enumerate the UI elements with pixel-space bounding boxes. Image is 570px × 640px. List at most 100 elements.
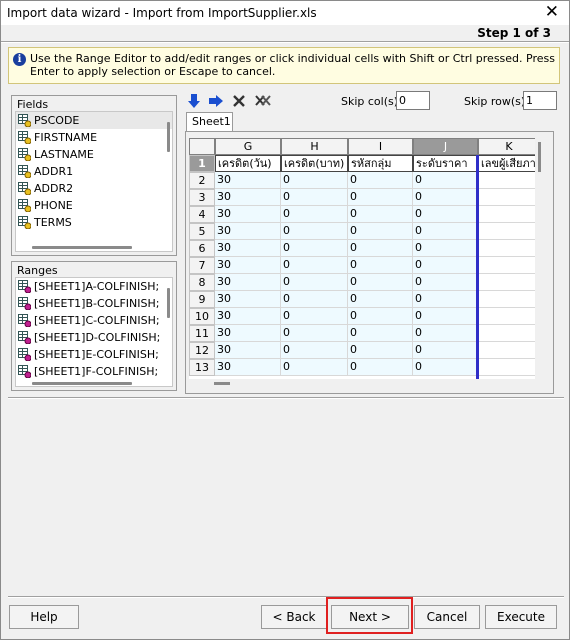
table-cell[interactable]: 0 <box>348 342 413 359</box>
row-header[interactable]: 8 <box>189 274 215 291</box>
grid-corner[interactable] <box>189 138 215 155</box>
table-cell[interactable] <box>478 342 535 359</box>
table-cell[interactable]: 0 <box>413 172 478 189</box>
column-header[interactable]: G <box>215 138 281 155</box>
table-cell[interactable]: 0 <box>348 274 413 291</box>
row-header[interactable]: 1 <box>189 155 215 172</box>
tab-sheet1[interactable]: Sheet1 <box>186 112 233 132</box>
ranges-hscroll[interactable] <box>32 382 132 385</box>
table-cell[interactable]: 0 <box>348 189 413 206</box>
ranges-vscroll[interactable] <box>167 288 170 318</box>
column-header[interactable]: K <box>478 138 535 155</box>
table-cell[interactable]: 30 <box>215 223 281 240</box>
delete-range-icon[interactable] <box>231 93 249 110</box>
row-header[interactable]: 2 <box>189 172 215 189</box>
row-header[interactable]: 6 <box>189 240 215 257</box>
table-cell[interactable]: 0 <box>348 240 413 257</box>
fields-vscroll[interactable] <box>167 122 170 152</box>
table-cell[interactable]: 0 <box>281 325 348 342</box>
table-cell[interactable]: 0 <box>348 257 413 274</box>
row-header[interactable]: 7 <box>189 257 215 274</box>
table-cell[interactable] <box>478 359 535 376</box>
range-item[interactable]: [SHEET1]A-COLFINISH; <box>16 278 172 295</box>
cancel-button[interactable]: Cancel <box>414 605 480 629</box>
table-cell[interactable]: 0 <box>281 206 348 223</box>
row-header[interactable]: 11 <box>189 325 215 342</box>
table-cell[interactable]: 0 <box>413 308 478 325</box>
table-cell[interactable]: 0 <box>348 172 413 189</box>
field-item[interactable]: ADDR1 <box>16 163 172 180</box>
field-item[interactable]: TERMS <box>16 214 172 231</box>
execute-button[interactable]: Execute <box>485 605 557 629</box>
column-header[interactable]: I <box>348 138 413 155</box>
table-cell[interactable]: 30 <box>215 359 281 376</box>
table-cell[interactable]: 30 <box>215 342 281 359</box>
column-header[interactable]: J <box>413 138 478 155</box>
table-cell[interactable]: 30 <box>215 291 281 308</box>
table-cell[interactable]: 0 <box>413 189 478 206</box>
table-cell[interactable] <box>478 325 535 342</box>
skip-cols-input[interactable]: 0 <box>396 91 430 110</box>
table-cell[interactable]: รหัสกลุ่ม <box>348 155 413 172</box>
table-cell[interactable]: 0 <box>348 206 413 223</box>
table-cell[interactable] <box>478 291 535 308</box>
row-header[interactable]: 9 <box>189 291 215 308</box>
arrow-right-icon[interactable] <box>208 93 226 110</box>
arrow-down-icon[interactable] <box>186 93 204 110</box>
table-cell[interactable]: 0 <box>281 172 348 189</box>
table-cell[interactable] <box>478 206 535 223</box>
range-item[interactable]: [SHEET1]E-COLFINISH; <box>16 346 172 363</box>
field-item[interactable]: LASTNAME <box>16 146 172 163</box>
table-cell[interactable]: 0 <box>348 223 413 240</box>
table-cell[interactable] <box>478 308 535 325</box>
table-cell[interactable]: 0 <box>348 325 413 342</box>
table-cell[interactable]: 0 <box>281 342 348 359</box>
table-cell[interactable]: 0 <box>281 274 348 291</box>
row-header[interactable]: 5 <box>189 223 215 240</box>
fields-list[interactable]: PSCODE FIRSTNAME LASTNAME ADDR1 ADDR2 PHONE TE… <box>15 111 173 252</box>
grid-hscroll[interactable] <box>214 382 230 385</box>
table-cell[interactable]: 0 <box>413 291 478 308</box>
table-cell[interactable]: 0 <box>281 308 348 325</box>
table-cell[interactable]: 30 <box>215 240 281 257</box>
range-item[interactable]: [SHEET1]C-COLFINISH; <box>16 312 172 329</box>
table-cell[interactable]: 0 <box>413 359 478 376</box>
table-cell[interactable]: 0 <box>413 325 478 342</box>
table-cell[interactable] <box>478 257 535 274</box>
table-cell[interactable] <box>478 172 535 189</box>
row-header[interactable]: 13 <box>189 359 215 376</box>
column-header[interactable]: H <box>281 138 348 155</box>
field-item[interactable]: ADDR2 <box>16 180 172 197</box>
row-header[interactable]: 4 <box>189 206 215 223</box>
table-cell[interactable]: 0 <box>281 291 348 308</box>
table-cell[interactable]: 30 <box>215 325 281 342</box>
table-cell[interactable]: 0 <box>281 257 348 274</box>
table-cell[interactable]: 30 <box>215 274 281 291</box>
table-cell[interactable]: 0 <box>281 359 348 376</box>
table-cell[interactable] <box>478 223 535 240</box>
field-item[interactable]: FIRSTNAME <box>16 129 172 146</box>
table-cell[interactable]: 0 <box>281 223 348 240</box>
row-header[interactable]: 12 <box>189 342 215 359</box>
back-button[interactable]: < Back <box>261 605 327 629</box>
table-cell[interactable]: 0 <box>281 189 348 206</box>
help-button[interactable]: Help <box>9 605 79 629</box>
table-cell[interactable]: 0 <box>413 342 478 359</box>
table-cell[interactable]: ระดับราคา <box>413 155 478 172</box>
table-cell[interactable]: 0 <box>281 240 348 257</box>
delete-all-ranges-icon[interactable] <box>254 93 272 110</box>
table-cell[interactable] <box>478 274 535 291</box>
grid-vscroll[interactable] <box>538 142 541 172</box>
table-cell[interactable]: 0 <box>413 223 478 240</box>
table-cell[interactable]: 0 <box>348 291 413 308</box>
table-cell[interactable]: 30 <box>215 206 281 223</box>
fields-hscroll[interactable] <box>32 246 132 249</box>
field-item[interactable]: PSCODE <box>16 112 172 129</box>
table-cell[interactable]: 0 <box>413 257 478 274</box>
range-item[interactable]: [SHEET1]D-COLFINISH; <box>16 329 172 346</box>
table-cell[interactable] <box>478 240 535 257</box>
row-header[interactable]: 3 <box>189 189 215 206</box>
field-item[interactable]: PHONE <box>16 197 172 214</box>
table-cell[interactable]: 0 <box>413 240 478 257</box>
table-cell[interactable]: 0 <box>348 359 413 376</box>
